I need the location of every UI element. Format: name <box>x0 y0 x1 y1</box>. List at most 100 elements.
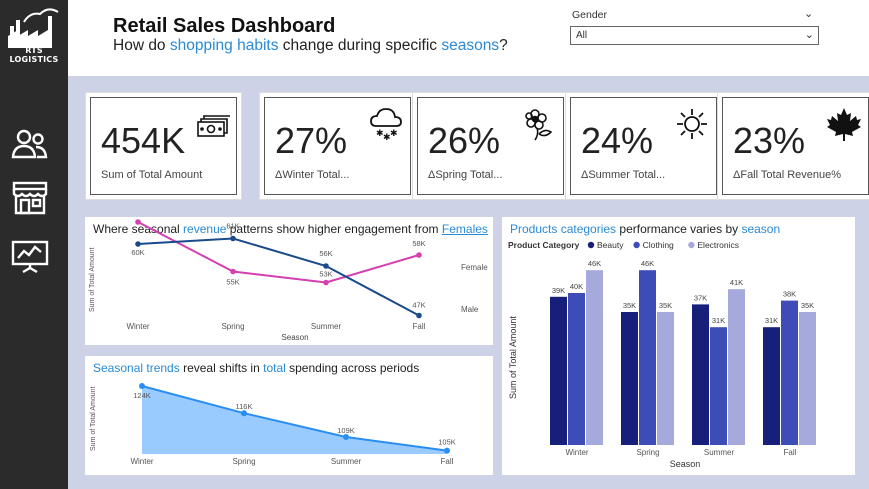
data-point <box>323 263 329 269</box>
gender-dropdown[interactable]: All ⌄ <box>570 26 819 45</box>
data-label: 35K <box>659 301 672 310</box>
data-point <box>416 252 422 258</box>
bar-beauty <box>621 312 638 445</box>
chevron-down-icon: ⌄ <box>804 29 814 41</box>
data-label: 40K <box>570 282 583 291</box>
page-subtitle: How do shopping habits change during spe… <box>113 37 508 55</box>
collapse-chevron-icon[interactable]: ⌄ <box>804 7 813 20</box>
data-point <box>135 219 141 225</box>
svg-text:✱: ✱ <box>390 128 398 138</box>
x-axis-label: Season <box>670 459 701 469</box>
kpi-card-total-amount: 454K Sum of Total Amount <box>85 92 242 200</box>
data-label: 47K <box>412 301 425 310</box>
legend-title: Product Category <box>508 240 580 250</box>
x-tick-label: Fall <box>441 457 454 466</box>
kpi-label: ΔSummer Total... <box>581 169 666 181</box>
subtitle-highlight: shopping habits <box>169 37 279 54</box>
bar-clothing <box>568 293 585 445</box>
kpi-card-border: 24% ΔSummer Total... <box>570 97 717 195</box>
store-icon[interactable] <box>10 180 50 216</box>
snow-cloud-icon: ✱ ✱ ✱ <box>370 108 402 142</box>
money-stack-icon <box>197 115 230 137</box>
legend-marker <box>587 241 595 249</box>
subtitle-part: change during specific <box>278 37 442 54</box>
data-label: 60K <box>131 248 144 257</box>
page-title: Retail Sales Dashboard <box>113 15 336 37</box>
bar-beauty <box>763 327 780 445</box>
logo-text: RTS LOGISTICS <box>9 46 59 64</box>
gender-line-chart-panel: Where seasonal revenue patterns show hig… <box>85 217 493 345</box>
x-axis-label: Season <box>281 333 308 342</box>
data-label: 39K <box>552 286 565 295</box>
gender-slicer-label: Gender <box>572 9 608 21</box>
data-point <box>416 312 422 319</box>
kpi-value: 24% <box>581 120 654 161</box>
data-label: 56K <box>319 249 332 258</box>
data-label: 35K <box>623 301 636 310</box>
bar-beauty <box>692 304 709 445</box>
kpi-value: 26% <box>428 120 501 161</box>
series-label: Male <box>461 305 479 314</box>
flower-icon <box>525 109 553 141</box>
data-point <box>444 447 450 454</box>
kpi-label: ΔFall Total Revenue% <box>733 169 842 181</box>
sidebar: RTS LOGISTICS <box>0 0 68 489</box>
data-label: 46K <box>588 259 601 268</box>
customers-icon[interactable] <box>10 125 50 161</box>
x-tick-label: Fall <box>413 322 426 331</box>
x-tick-label: Winter <box>565 448 588 457</box>
y-axis-label: Sum of Total Amount <box>89 247 96 312</box>
legend-marker <box>633 241 640 249</box>
analytics-board-icon[interactable] <box>10 238 50 274</box>
subtitle-part: How do <box>113 37 170 54</box>
x-tick-label: Spring <box>221 322 244 331</box>
data-label: 105K <box>438 438 456 447</box>
data-label: 116K <box>236 402 253 411</box>
x-tick-label: Summer <box>704 448 735 457</box>
data-label: 38K <box>783 290 796 299</box>
kpi-card-spring: 26% ΔSpring Total... <box>412 92 569 200</box>
gender-line-chart: Sum of Total Amount Winter Spring Summer Fal… <box>89 217 488 342</box>
legend-label: Electronics <box>697 240 739 250</box>
data-label: 46K <box>641 259 654 268</box>
x-tick-label: Summer <box>311 322 342 331</box>
data-label: 35K <box>801 301 814 310</box>
data-point <box>230 268 236 275</box>
legend-label: Clothing <box>643 240 674 250</box>
data-label: 31K <box>712 316 725 325</box>
series-label: Female <box>461 263 488 272</box>
kpi-card-summer: 24% ΔSummer Total... <box>565 92 722 200</box>
kpi-card-fall: 23% ΔFall Total Revenue% <box>717 92 869 200</box>
data-label: 55K <box>226 278 239 287</box>
subtitle-highlight: seasons <box>441 37 500 54</box>
data-point <box>323 279 329 286</box>
data-label: 41K <box>730 278 743 287</box>
data-point <box>135 241 141 247</box>
data-point <box>139 383 145 389</box>
x-tick-label: Fall <box>784 448 797 457</box>
kpi-card-border: 454K Sum of Total Amount <box>90 97 237 195</box>
kpi-value: 454K <box>101 120 186 161</box>
data-label: 64K <box>131 217 144 218</box>
kpi-card-border: 23% ΔFall Total Revenue% <box>722 97 869 195</box>
maple-leaf-icon <box>827 108 861 141</box>
header: Retail Sales Dashboard How do shopping h… <box>68 0 869 76</box>
total-area-chart-panel: Seasonal trends reveal shifts in total s… <box>85 356 493 475</box>
data-label: 61K <box>226 222 239 231</box>
legend-marker <box>688 241 695 249</box>
bar-clothing <box>710 327 727 445</box>
kpi-value: 23% <box>733 120 806 161</box>
sun-icon <box>677 109 707 139</box>
kpi-label: Sum of Total Amount <box>101 169 203 181</box>
data-label: 53K <box>319 270 332 279</box>
bar-clothing <box>781 300 798 445</box>
bar-electronics <box>799 312 816 445</box>
y-axis-label: Sum of Total Amount <box>90 386 97 451</box>
bar-electronics <box>586 270 603 445</box>
bar-clothing <box>639 270 656 445</box>
y-axis-label: Sum of Total Amount <box>508 316 518 399</box>
kpi-label: ΔSpring Total... <box>428 169 503 181</box>
kpi-label: ΔWinter Total... <box>275 169 350 181</box>
bar-electronics <box>657 312 674 445</box>
kpi-value: 27% <box>275 120 348 161</box>
